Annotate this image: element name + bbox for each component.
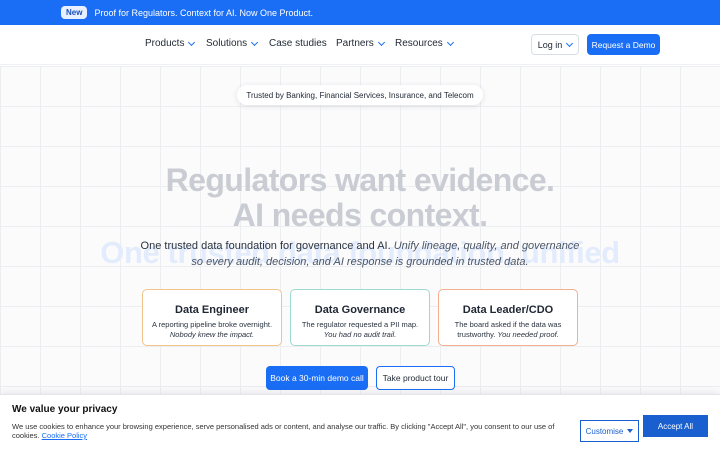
- card-text: The regulator requested a PII map.: [301, 320, 419, 329]
- product-tour-button[interactable]: Take product tour: [376, 366, 455, 390]
- card-emphasis: Nobody knew the impact.: [169, 330, 255, 339]
- card-text-row2: trustworthy. You needed proof.: [439, 330, 577, 339]
- customise-button[interactable]: Customise: [580, 420, 639, 442]
- nav-partners-label: Partners: [336, 38, 374, 49]
- cookie-banner: We value your privacy We use cookies to …: [0, 394, 720, 450]
- chevron-down-icon: [188, 38, 196, 46]
- card-emphasis: You had no audit trail.: [323, 330, 397, 339]
- cookie-body: We use cookies to enhance your browsing …: [12, 422, 555, 440]
- card-title: Data Governance: [314, 304, 406, 316]
- nav-solutions-label: Solutions: [206, 38, 248, 49]
- cookie-policy-link[interactable]: Cookie Policy: [42, 431, 87, 440]
- accept-all-button[interactable]: Accept All: [643, 415, 708, 437]
- chevron-down-icon: [251, 38, 259, 46]
- nav-resources[interactable]: Resources: [395, 38, 454, 49]
- subtext-plain: One trusted data foundation for governan…: [140, 240, 391, 252]
- cookie-title: We value your privacy: [12, 404, 118, 415]
- caret-down-icon: [627, 429, 634, 433]
- nav-partners[interactable]: Partners: [336, 38, 385, 49]
- nav-resources-label: Resources: [395, 38, 443, 49]
- login-button[interactable]: Log in: [531, 34, 579, 55]
- hero-subtext: One trusted data foundation for governan…: [0, 238, 720, 270]
- request-demo-button[interactable]: Request a Demo: [587, 34, 660, 55]
- nav-case-studies[interactable]: Case studies: [269, 38, 327, 49]
- new-badge: New: [61, 6, 88, 19]
- persona-card-data-leader[interactable]: Data Leader/CDO The board asked if the d…: [438, 289, 578, 346]
- announcement-banner[interactable]: New Proof for Regulators. Context for AI…: [0, 0, 720, 25]
- card-title: Data Engineer: [175, 304, 249, 316]
- chevron-down-icon: [446, 38, 454, 46]
- hero-headline-line2: AI needs context.: [232, 197, 488, 233]
- chevron-down-icon: [566, 39, 574, 47]
- card-title: Data Leader/CDO: [462, 304, 554, 316]
- customise-label: Customise: [585, 426, 624, 436]
- nav-products[interactable]: Products: [145, 38, 196, 49]
- subtext-italic-2: so every audit, decision, and AI respons…: [191, 256, 529, 268]
- nav-solutions[interactable]: Solutions: [206, 38, 259, 49]
- login-label: Log in: [537, 39, 563, 50]
- card-emphasis: You needed proof.: [497, 330, 559, 339]
- card-text: The board asked if the data was: [454, 320, 562, 329]
- persona-card-data-engineer[interactable]: Data Engineer A reporting pipeline broke…: [142, 289, 282, 346]
- hero-headline-line1: Regulators want evidence.: [165, 162, 555, 198]
- cookie-text: We use cookies to enhance your browsing …: [12, 422, 574, 440]
- persona-card-data-governance[interactable]: Data Governance The regulator requested …: [290, 289, 430, 346]
- trust-badge: Trusted by Banking, Financial Services, …: [237, 85, 483, 105]
- card-text-cont: trustworthy.: [457, 330, 496, 339]
- card-text: A reporting pipeline broke overnight.: [151, 320, 273, 329]
- nav-case-studies-label: Case studies: [269, 38, 327, 49]
- announcement-text[interactable]: Proof for Regulators. Context for AI. No…: [94, 8, 313, 18]
- top-navigation: Products Solutions Case studies Partners…: [0, 25, 720, 65]
- nav-products-label: Products: [145, 38, 185, 49]
- chevron-down-icon: [377, 38, 385, 46]
- subtext-italic-1: Unify lineage, quality, and governance: [393, 240, 580, 252]
- hero-section: Trusted by Banking, Financial Services, …: [0, 66, 720, 450]
- book-demo-button[interactable]: Book a 30-min demo call: [266, 366, 368, 390]
